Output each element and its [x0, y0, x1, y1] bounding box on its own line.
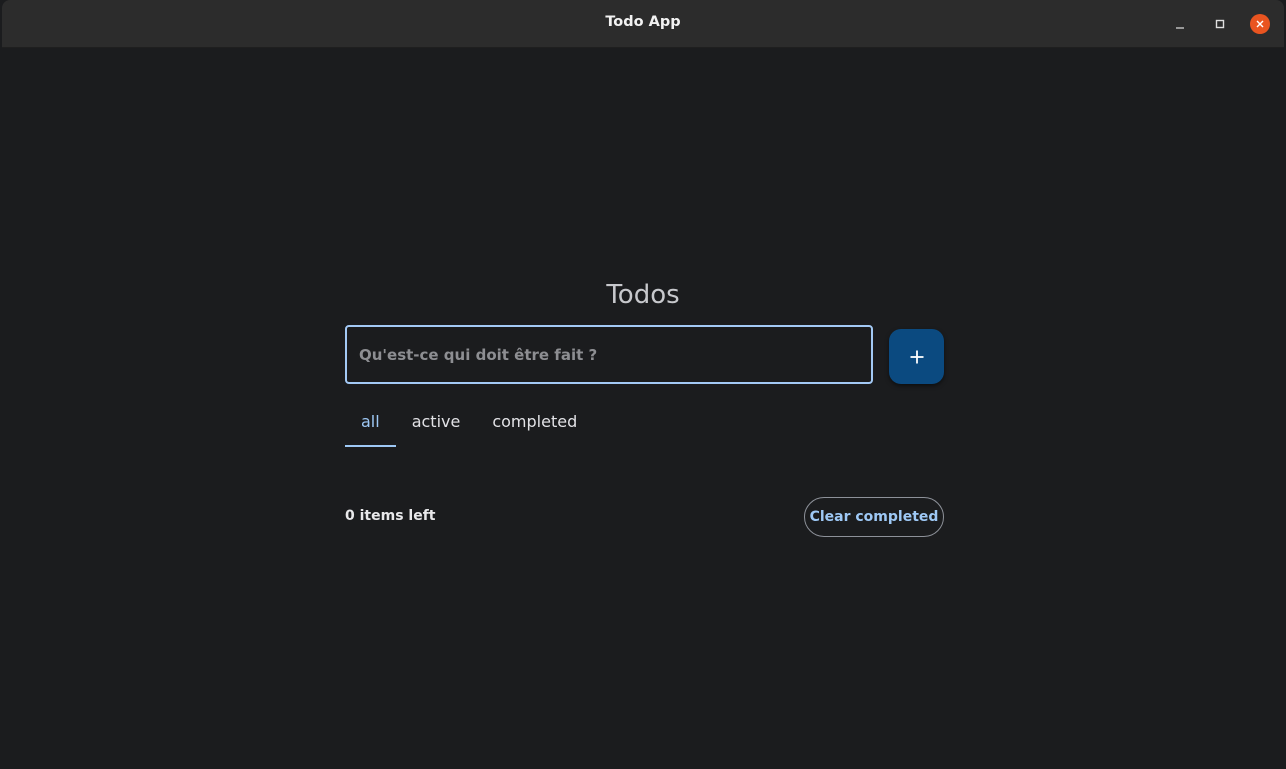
plus-icon [910, 350, 923, 363]
close-icon [1256, 20, 1264, 28]
page-title: Todos [606, 280, 680, 310]
tab-all[interactable]: all [345, 402, 396, 447]
minimize-icon [1176, 27, 1184, 29]
new-todo-field[interactable] [345, 325, 873, 384]
minimize-button[interactable] [1170, 14, 1190, 34]
title-bar[interactable]: Todo App [2, 0, 1284, 48]
tab-active[interactable]: active [396, 402, 477, 446]
tab-completed[interactable]: completed [476, 402, 593, 446]
app-window: Todo App Todos Qu'est-ce qui doit être f… [2, 0, 1284, 769]
items-left-count: 0 items left [345, 508, 436, 524]
filter-tabs: all active completed [345, 402, 593, 448]
window-title: Todo App [605, 14, 681, 30]
clear-completed-button[interactable]: Clear completed [804, 497, 944, 537]
add-todo-button[interactable] [889, 329, 944, 384]
close-button[interactable] [1250, 14, 1270, 34]
maximize-icon [1215, 19, 1225, 29]
new-todo-input[interactable] [357, 344, 861, 365]
maximize-button[interactable] [1210, 14, 1230, 34]
